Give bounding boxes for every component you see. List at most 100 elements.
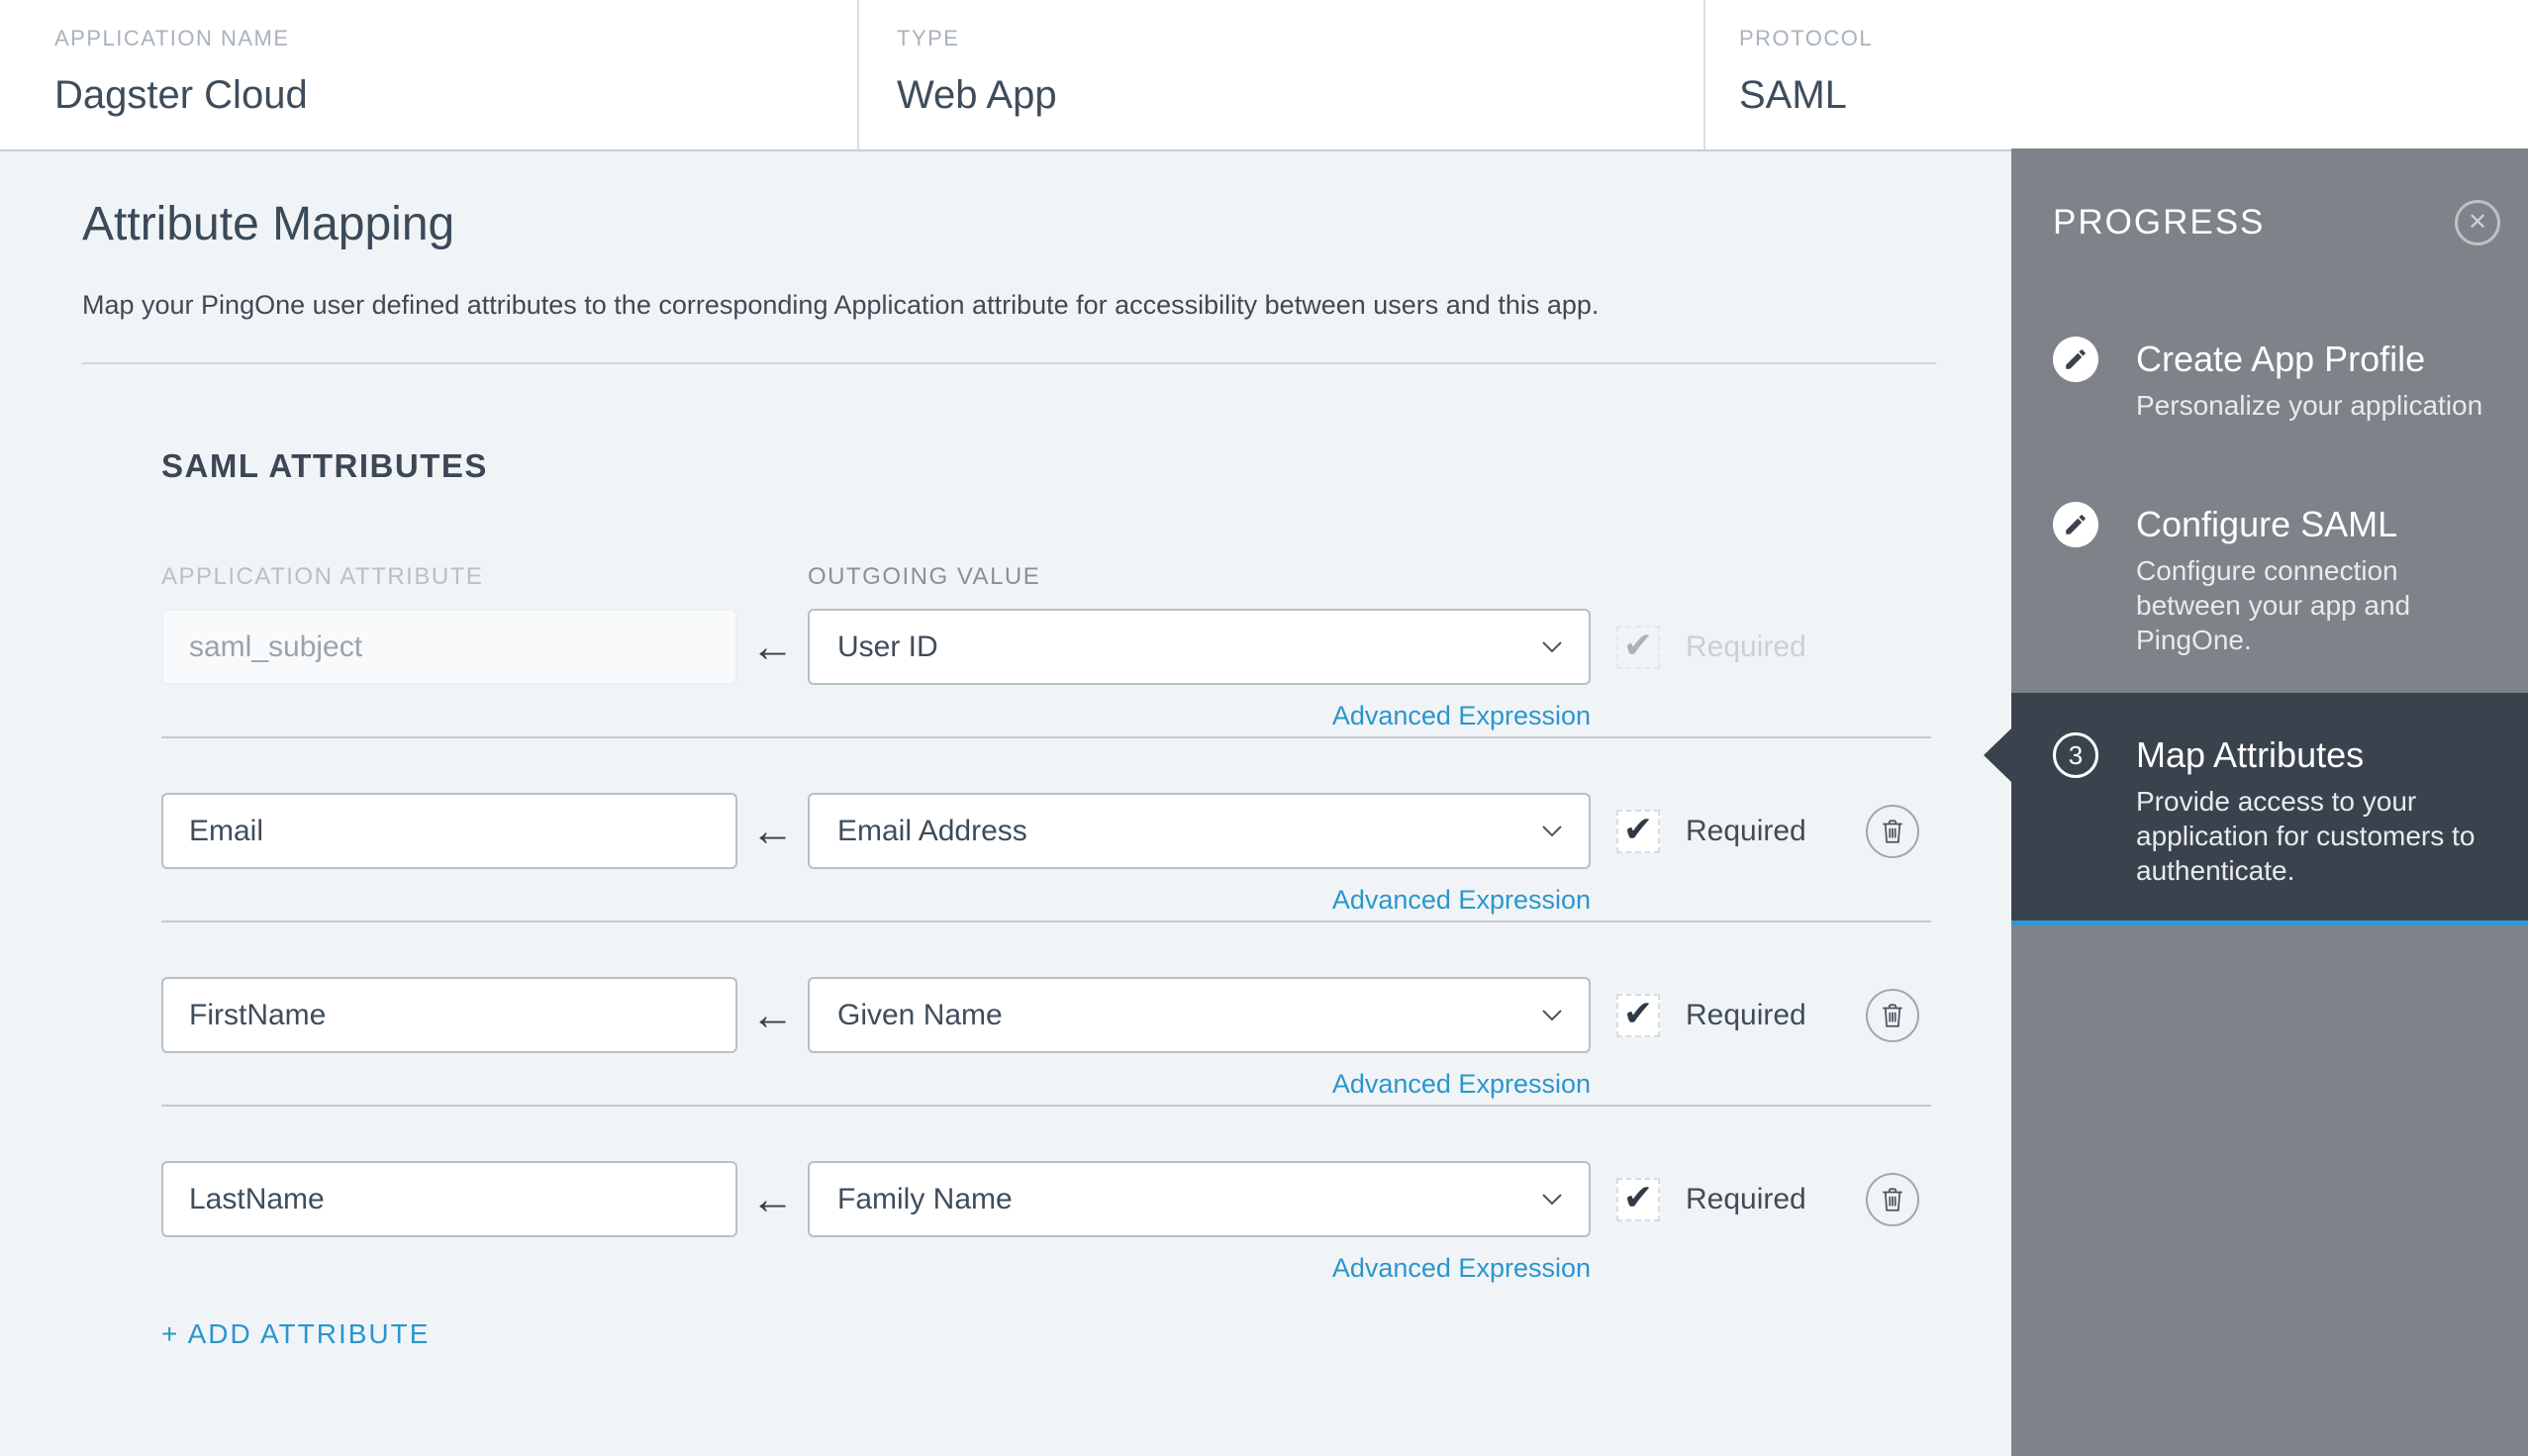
arrow-left-icon: ← — [750, 622, 795, 671]
step-title: Map Attributes — [2136, 734, 2365, 775]
outgoing-value-text: Family Name — [837, 1182, 1013, 1215]
advanced-expression-link[interactable]: Advanced Expression — [1332, 885, 1591, 915]
type-value: Web App — [897, 73, 1057, 117]
page-title: Attribute Mapping — [82, 198, 455, 250]
chevron-down-icon — [1541, 825, 1563, 838]
step-body: Configure SAML Configure connection betw… — [2136, 502, 2488, 657]
check-icon: ✔ — [1622, 992, 1654, 1033]
attribute-field-line: ← Family Name ✔ Required — [161, 1161, 2011, 1237]
add-attribute-button[interactable]: + ADD ATTRIBUTE — [161, 1318, 430, 1350]
required-checkbox[interactable]: ✔ — [1616, 1176, 1660, 1221]
check-icon: ✔ — [1622, 1176, 1654, 1217]
required-label: Required — [1686, 814, 1806, 847]
advanced-expression-line: Advanced Expression — [161, 1069, 1591, 1099]
type-label: TYPE — [897, 26, 960, 50]
table-row: ← Given Name ✔ Required — [161, 977, 2011, 1107]
check-icon: ✔ — [1622, 624, 1654, 665]
required-checkbox[interactable]: ✔ — [1616, 992, 1660, 1037]
outgoing-value-text: Email Address — [837, 814, 1027, 847]
attribute-rows: ← User ID ✔ Required — [161, 609, 2011, 1283]
application-attribute-column-label: APPLICATION ATTRIBUTE — [161, 563, 484, 590]
pencil-icon — [2053, 502, 2098, 547]
progress-step[interactable]: Configure SAML Configure connection betw… — [2011, 502, 2528, 657]
application-attribute-input[interactable] — [161, 1161, 737, 1237]
attribute-field-line: ← User ID ✔ Required — [161, 609, 2011, 685]
outgoing-value-dropdown[interactable]: Email Address — [808, 793, 1591, 869]
step-description: Personalize your application — [2136, 390, 2483, 421]
chevron-down-icon — [1541, 640, 1563, 654]
trash-icon — [1880, 1186, 1905, 1213]
progress-step[interactable]: Create App Profile Personalize your appl… — [2011, 337, 2528, 423]
saml-attributes-section: SAML ATTRIBUTES APPLICATION ATTRIBUTE OU… — [161, 447, 2011, 1350]
step-icon-column — [2053, 337, 2098, 423]
column-headers: APPLICATION ATTRIBUTE OUTGOING VALUE — [161, 563, 2011, 591]
table-row: ← Email Address ✔ Required — [161, 793, 2011, 922]
step-icon-column — [2053, 502, 2098, 657]
header-application-name: APPLICATION NAME Dagster Cloud — [0, 0, 859, 149]
chevron-down-icon — [1541, 1009, 1563, 1022]
outgoing-value-dropdown[interactable]: Family Name — [808, 1161, 1591, 1237]
table-row: ← Family Name ✔ Required — [161, 1161, 2011, 1283]
check-icon: ✔ — [1622, 808, 1654, 849]
protocol-label: PROTOCOL — [1739, 26, 1874, 50]
outgoing-value-column-label: OUTGOING VALUE — [808, 563, 1041, 590]
header-protocol: PROTOCOL SAML — [1705, 0, 2528, 149]
attribute-field-line: ← Email Address ✔ Required — [161, 793, 2011, 869]
outgoing-value-dropdown[interactable]: User ID — [808, 609, 1591, 685]
advanced-expression-line: Advanced Expression — [161, 701, 1591, 730]
required-label: Required — [1686, 1182, 1806, 1215]
header-type: TYPE Web App — [859, 0, 1705, 149]
delete-attribute-button[interactable] — [1865, 1172, 1919, 1226]
outgoing-value-dropdown[interactable]: Given Name — [808, 977, 1591, 1053]
step-number-badge: 3 — [2053, 732, 2098, 778]
saml-attributes-title: SAML ATTRIBUTES — [161, 447, 488, 484]
step-description: Provide access to your application for c… — [2136, 786, 2476, 886]
required-checkbox: ✔ — [1616, 624, 1660, 669]
required-checkbox[interactable]: ✔ — [1616, 808, 1660, 853]
delete-attribute-button[interactable] — [1865, 804, 1919, 858]
chevron-down-icon — [1541, 1193, 1563, 1207]
close-icon[interactable]: ✕ — [2455, 200, 2500, 245]
application-attribute-input[interactable] — [161, 977, 737, 1053]
required-label: Required — [1686, 630, 1806, 663]
step-title: Configure SAML — [2136, 504, 2398, 544]
progress-panel-header: PROGRESS ✕ — [2011, 148, 2528, 245]
step-description: Configure connection between your app an… — [2136, 555, 2411, 655]
advanced-expression-line: Advanced Expression — [161, 1253, 1591, 1283]
advanced-expression-line: Advanced Expression — [161, 885, 1591, 915]
progress-panel: PROGRESS ✕ Create App Profile Personaliz… — [1984, 148, 2528, 1456]
progress-step[interactable]: 3 Map Attributes Provide access to your … — [1984, 693, 2528, 925]
outgoing-value-text: Given Name — [837, 998, 1003, 1031]
trash-icon — [1880, 1002, 1905, 1029]
arrow-left-icon: ← — [750, 1174, 795, 1223]
pencil-icon — [2053, 337, 2098, 382]
row-divider — [161, 1105, 1931, 1107]
trash-icon — [1880, 818, 1905, 845]
table-row: ← User ID ✔ Required — [161, 609, 2011, 738]
progress-steps: Create App Profile Personalize your appl… — [1984, 337, 2528, 925]
arrow-left-icon: ← — [750, 806, 795, 855]
progress-title: PROGRESS — [2053, 203, 2266, 242]
app-header: APPLICATION NAME Dagster Cloud TYPE Web … — [0, 0, 2528, 151]
attribute-field-line: ← Given Name ✔ Required — [161, 977, 2011, 1053]
outgoing-value-text: User ID — [837, 630, 938, 663]
protocol-value: SAML — [1739, 73, 1847, 117]
step-number: 3 — [2068, 739, 2084, 770]
application-attribute-input — [161, 609, 737, 685]
main-content: Attribute Mapping Map your PingOne user … — [0, 151, 2011, 1456]
step-title: Create App Profile — [2136, 339, 2426, 379]
advanced-expression-link[interactable]: Advanced Expression — [1332, 1253, 1591, 1283]
advanced-expression-link[interactable]: Advanced Expression — [1332, 1069, 1591, 1099]
application-name-label: APPLICATION NAME — [54, 26, 290, 50]
advanced-expression-link[interactable]: Advanced Expression — [1332, 701, 1591, 730]
delete-attribute-button[interactable] — [1865, 988, 1919, 1042]
row-divider — [161, 736, 1931, 738]
step-icon-column: 3 — [2053, 732, 2098, 888]
application-attribute-input[interactable] — [161, 793, 737, 869]
section-divider — [82, 362, 1936, 364]
application-name-value: Dagster Cloud — [54, 73, 308, 117]
arrow-left-icon: ← — [750, 990, 795, 1039]
step-body: Create App Profile Personalize your appl… — [2136, 337, 2488, 423]
required-label: Required — [1686, 998, 1806, 1031]
row-divider — [161, 921, 1931, 922]
